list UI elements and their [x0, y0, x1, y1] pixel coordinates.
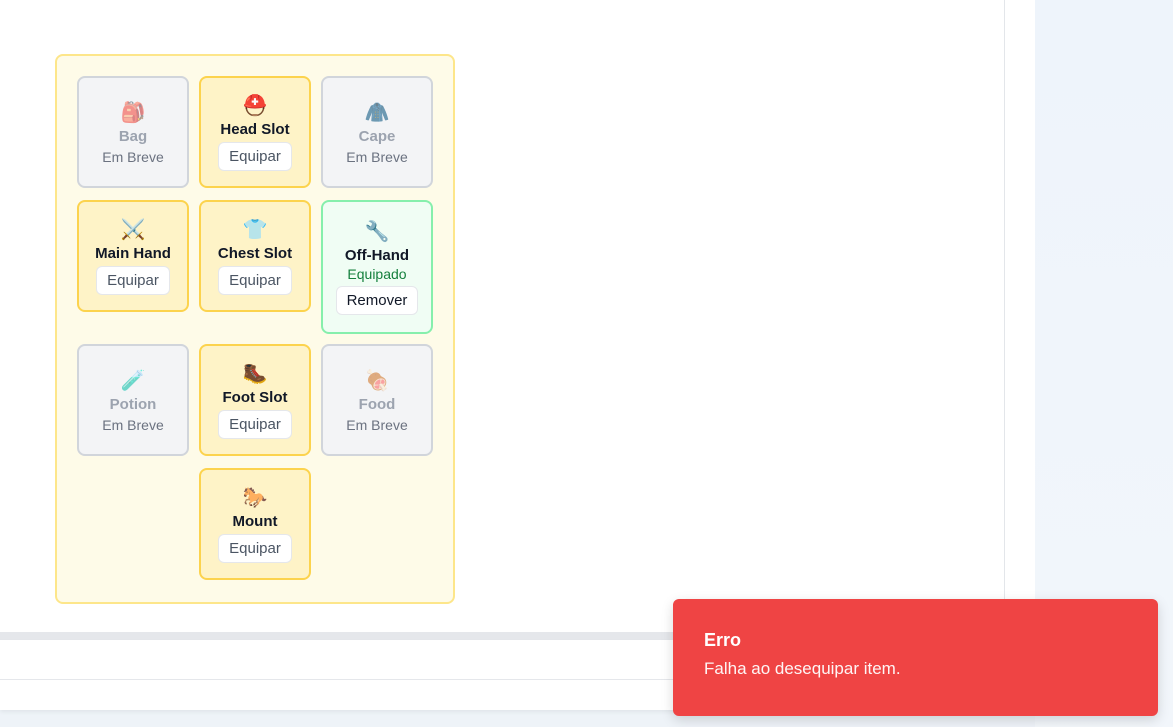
- remove-off-hand-button[interactable]: Remover: [335, 286, 419, 315]
- slot-status: Em Breve: [102, 148, 164, 165]
- slot-status: Em Breve: [102, 416, 164, 433]
- slot-main-hand: ⚔️ Main Hand Equipar: [77, 200, 189, 312]
- wrench-icon: 🔧: [364, 219, 390, 243]
- slot-bag: 🎒 Bag Em Breve: [77, 76, 189, 188]
- backpack-icon: 🎒: [120, 99, 146, 124]
- slot-status: Em Breve: [346, 148, 408, 165]
- meat-icon: 🍖: [364, 367, 390, 392]
- equipment-grid: 🎒 Bag Em Breve ⛑️ Head Slot Equipar 🧥 Ca…: [55, 54, 455, 604]
- slot-off-hand: 🔧 Off-Hand Equipado Remover: [321, 200, 433, 334]
- equip-mount-button[interactable]: Equipar: [218, 534, 292, 563]
- slot-status: Equipado: [347, 266, 407, 282]
- slot-potion: 🧪 Potion Em Breve: [77, 344, 189, 456]
- slot-head: ⛑️ Head Slot Equipar: [199, 76, 311, 188]
- slot-name: Foot Slot: [222, 389, 288, 406]
- test-tube-icon: 🧪: [120, 367, 146, 392]
- slot-name: Potion: [109, 395, 157, 413]
- toast-title: Erro: [704, 630, 742, 650]
- slot-foot: 🥾 Foot Slot Equipar: [199, 344, 311, 456]
- toast-message: Falha ao desequipar item.: [704, 659, 901, 678]
- slot-cape: 🧥 Cape Em Breve: [321, 76, 433, 188]
- tshirt-icon: 👕: [242, 217, 268, 241]
- boot-icon: 🥾: [242, 361, 268, 385]
- slot-mount: 🐎 Mount Equipar: [199, 468, 311, 580]
- slot-status: Em Breve: [346, 416, 408, 433]
- slot-name: Mount: [232, 513, 278, 530]
- equip-chest-button[interactable]: Equipar: [218, 266, 292, 295]
- slot-food: 🍖 Food Em Breve: [321, 344, 433, 456]
- coat-icon: 🧥: [364, 99, 390, 124]
- slot-name: Cape: [358, 127, 396, 145]
- equip-foot-button[interactable]: Equipar: [218, 410, 292, 439]
- slot-name: Bag: [118, 127, 148, 145]
- slot-name: Off-Hand: [344, 247, 410, 264]
- crossed-swords-icon: ⚔️: [120, 217, 146, 241]
- helmet-icon: ⛑️: [242, 93, 268, 117]
- slot-name: Head Slot: [220, 121, 290, 138]
- slot-name: Food: [358, 395, 396, 413]
- slot-name: Main Hand: [95, 245, 171, 262]
- horse-icon: 🐎: [242, 485, 268, 509]
- equip-head-button[interactable]: Equipar: [218, 142, 292, 171]
- slot-name: Chest Slot: [217, 245, 293, 262]
- error-toast[interactable]: Erro Falha ao desequipar item.: [673, 599, 1158, 716]
- side-strip: [1005, 0, 1035, 640]
- slot-chest: 👕 Chest Slot Equipar: [199, 200, 311, 312]
- equip-main-hand-button[interactable]: Equipar: [96, 266, 170, 295]
